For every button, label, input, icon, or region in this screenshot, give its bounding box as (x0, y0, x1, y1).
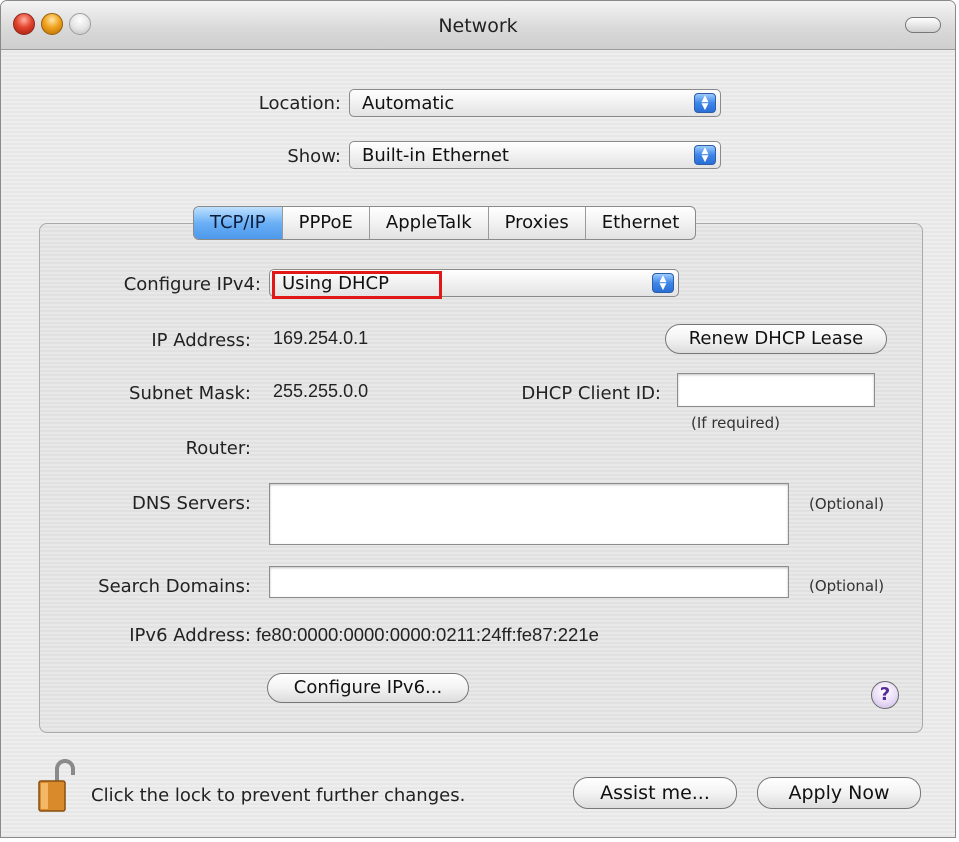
router-label: Router: (185, 438, 251, 459)
show-popup[interactable]: Built-in Ethernet ▲ ▼ (349, 141, 721, 169)
highlight-box (272, 271, 442, 299)
assist-me-button[interactable]: Assist me... (573, 777, 737, 809)
dhcp-client-id-field[interactable] (677, 373, 875, 407)
dhcp-client-id-hint: (If required) (691, 414, 781, 432)
ipv6-address-value: fe80:0000:0000:0000:0211:24ff:fe87:221e (256, 624, 599, 645)
tab-panel (39, 223, 923, 733)
network-preferences-window: Network Location: Automatic ▲ ▼ Show: Bui… (0, 0, 956, 838)
search-domains-label: Search Domains: (98, 576, 251, 597)
dns-servers-field[interactable] (269, 483, 789, 545)
subnet-mask-value: 255.255.0.0 (273, 381, 369, 401)
ipv6-address-label: IPv6 Address: (129, 625, 251, 646)
lock-message: Click the lock to prevent further change… (91, 785, 466, 806)
configure-ipv4-label: Configure IPv4: (123, 274, 261, 295)
tab-bar: TCP/IP PPPoE AppleTalk Proxies Ethernet (193, 206, 697, 240)
show-value: Built-in Ethernet (362, 145, 509, 166)
ip-address-value: 169.254.0.1 (273, 328, 369, 348)
popup-arrows-icon: ▲ ▼ (652, 273, 674, 293)
renew-dhcp-lease-button[interactable]: Renew DHCP Lease (665, 324, 887, 354)
dns-optional-hint: (Optional) (809, 495, 885, 513)
lock-icon[interactable] (37, 759, 77, 813)
popup-arrows-icon: ▲ ▼ (694, 93, 716, 113)
apply-now-button[interactable]: Apply Now (757, 777, 921, 809)
location-value: Automatic (362, 93, 455, 114)
window-title: Network (438, 15, 518, 37)
dns-servers-label: DNS Servers: (132, 493, 251, 514)
tab-pppoe[interactable]: PPPoE (283, 207, 370, 239)
popup-arrows-icon: ▲ ▼ (694, 145, 716, 165)
search-domains-field[interactable] (269, 566, 789, 598)
search-optional-hint: (Optional) (809, 577, 885, 595)
subnet-mask-label: Subnet Mask: (129, 383, 251, 404)
show-label: Show: (287, 146, 341, 167)
location-label: Location: (258, 93, 341, 114)
configure-ipv6-button[interactable]: Configure IPv6... (267, 673, 469, 703)
help-icon[interactable]: ? (871, 681, 899, 709)
ip-address-label: IP Address: (151, 330, 251, 351)
tab-ethernet[interactable]: Ethernet (586, 207, 696, 239)
tab-appletalk[interactable]: AppleTalk (370, 207, 489, 239)
tab-tcpip[interactable]: TCP/IP (194, 207, 283, 239)
title-bar[interactable]: Network (1, 1, 955, 50)
toolbar-toggle-icon[interactable] (905, 17, 941, 33)
dhcp-client-id-label: DHCP Client ID: (521, 383, 661, 404)
tab-proxies[interactable]: Proxies (489, 207, 586, 239)
location-popup[interactable]: Automatic ▲ ▼ (349, 89, 721, 117)
